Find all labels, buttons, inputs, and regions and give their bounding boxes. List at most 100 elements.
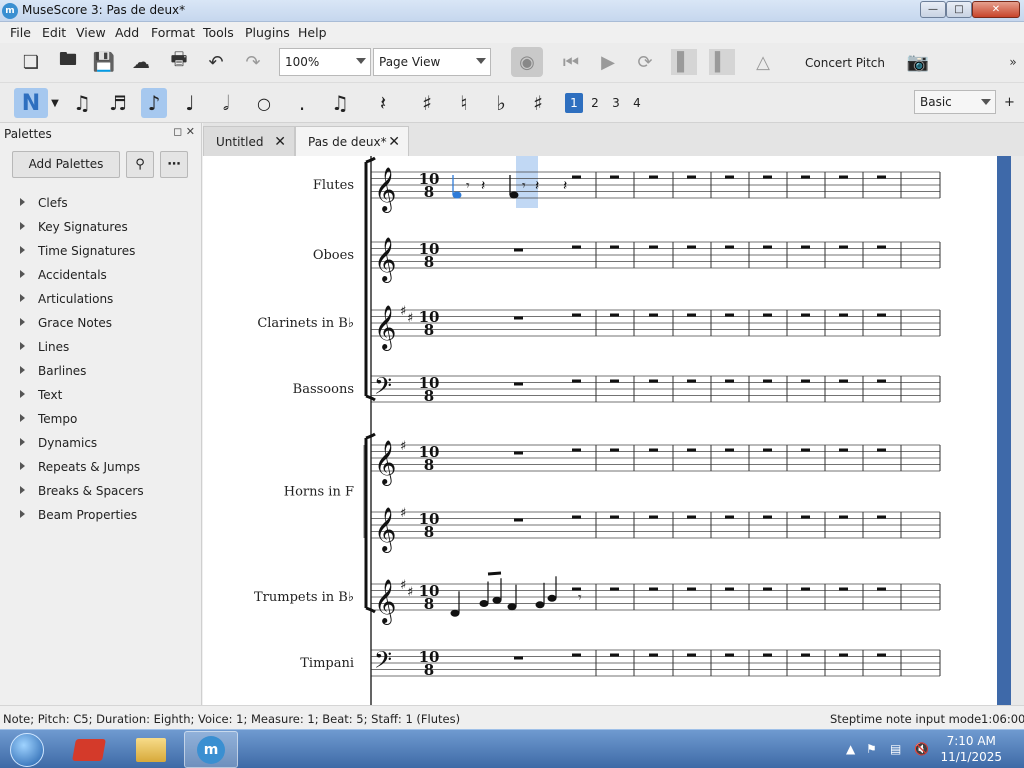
metronome-icon[interactable]: △ <box>750 49 776 75</box>
overflow-icon[interactable]: » <box>1004 49 1022 75</box>
camera-icon[interactable]: 📷 <box>905 49 931 75</box>
treble-clef: 𝄞 <box>374 579 396 625</box>
print-icon[interactable]: 🖶 <box>166 49 192 75</box>
add-palettes-button[interactable]: Add Palettes <box>12 151 120 178</box>
quarter-note-icon[interactable]: ♩ <box>177 88 203 118</box>
palette-item-breaks-spacers[interactable]: Breaks & Spacers <box>20 484 144 498</box>
measure-rest <box>649 379 658 383</box>
menu-view[interactable]: View <box>76 25 106 40</box>
measure-rest <box>687 313 696 317</box>
half-note-icon[interactable]: 𝅗𝅥 <box>213 88 239 118</box>
measure-rest <box>572 448 581 452</box>
measure-rest <box>725 587 734 591</box>
menu-plugins[interactable]: Plugins <box>245 25 290 40</box>
eighth-note-icon[interactable]: ♪ <box>141 88 167 118</box>
voice-3-button[interactable]: 3 <box>607 93 625 113</box>
redo-icon[interactable]: ↷ <box>240 49 266 75</box>
measure-rest <box>801 587 810 591</box>
treble-clef: 𝄞 <box>374 440 396 486</box>
tie-icon[interactable]: ♫ <box>325 88 355 118</box>
palette-item-key-signatures[interactable]: Key Signatures <box>20 220 128 234</box>
open-folder-icon[interactable]: 🖿 <box>55 49 81 75</box>
voice-2-button[interactable]: 2 <box>586 93 604 113</box>
undo-icon[interactable]: ↶ <box>203 49 229 75</box>
new-file-icon[interactable]: ❏ <box>18 49 44 75</box>
rewind-icon[interactable]: ⏮ <box>558 49 584 75</box>
palette-item-accidentals[interactable]: Accidentals <box>20 268 107 282</box>
loop-in-icon[interactable]: ▌ <box>671 49 697 75</box>
palette-item-clefs[interactable]: Clefs <box>20 196 68 210</box>
score-canvas[interactable]: 𝄞 10 8 𝄞 10 8 𝄞 ♯ ♯ 10 8 𝄢 10 8 𝄞 ♯ 10 8 𝄞 ♯ 10 8 𝄞 ♯ ♯ 10 8 𝄢 10 8 𝄾 𝄽… <box>203 156 997 705</box>
menu-add[interactable]: Add <box>115 25 139 40</box>
panel-buttons: ◻ ✕ <box>173 125 195 138</box>
start-button[interactable] <box>2 731 52 768</box>
palette-item-text[interactable]: Text <box>20 388 62 402</box>
show-hidden-icons[interactable]: ▲ <box>846 742 855 756</box>
flat-icon[interactable]: ♭ <box>488 88 514 118</box>
taskbar-app-musescore[interactable]: m <box>184 731 238 768</box>
volume-muted-icon[interactable]: 🔇 <box>914 742 929 756</box>
menu-format[interactable]: Format <box>151 25 195 40</box>
sharp-icon[interactable]: ♯ <box>414 88 440 118</box>
menu-help[interactable]: Help <box>298 25 327 40</box>
concert-pitch-toggle[interactable]: Concert Pitch <box>805 56 885 70</box>
workspace-combo[interactable]: Basic <box>914 90 996 114</box>
tab-pas-de-deux[interactable]: Pas de deux* ✕ <box>295 126 409 156</box>
palette-item-lines[interactable]: Lines <box>20 340 69 354</box>
palette-item-repeats-jumps[interactable]: Repeats & Jumps <box>20 460 140 474</box>
loop-icon[interactable]: ⟳ <box>632 49 658 75</box>
close-icon[interactable]: ✕ <box>388 127 400 157</box>
minimize-button[interactable]: — <box>920 1 946 18</box>
flip-direction-icon[interactable]: ♯ <box>525 88 551 118</box>
cloud-upload-icon[interactable]: ☁ <box>128 49 154 75</box>
note-input-mode-icon[interactable]: N <box>14 88 48 118</box>
maximize-button[interactable]: □ <box>946 1 972 18</box>
sixteenth-note-icon[interactable]: ♬ <box>105 88 131 118</box>
voice-4-button[interactable]: 4 <box>628 93 646 113</box>
whole-note-icon[interactable]: ○ <box>251 88 277 118</box>
voice-1-button[interactable]: 1 <box>565 93 583 113</box>
palette-item-time-signatures[interactable]: Time Signatures <box>20 244 135 258</box>
search-icon[interactable]: ⚲ <box>126 151 154 178</box>
natural-icon[interactable]: ♮ <box>451 88 477 118</box>
vertical-scrollbar[interactable] <box>997 156 1024 705</box>
close-icon[interactable]: ✕ <box>186 125 195 138</box>
augmentation-dot-icon[interactable]: . <box>289 88 315 118</box>
sixty-fourth-note-icon[interactable]: ♫ <box>69 88 95 118</box>
taskbar-app-toolbox[interactable] <box>62 731 116 768</box>
palette-item-grace-notes[interactable]: Grace Notes <box>20 316 112 330</box>
rest-icon[interactable]: 𝄽 <box>370 88 396 118</box>
tab-untitled[interactable]: Untitled ✕ <box>203 126 295 156</box>
measure-rest <box>610 245 619 249</box>
palette-item-beam-properties[interactable]: Beam Properties <box>20 508 137 522</box>
play-icon[interactable]: ▶ <box>595 49 621 75</box>
measure-rest <box>649 515 658 519</box>
view-mode-combo[interactable]: Page View <box>373 48 491 76</box>
scrollbar-thumb[interactable] <box>997 156 1011 705</box>
more-options-icon[interactable]: ⋯ <box>160 151 188 178</box>
loop-out-icon[interactable]: ▍ <box>709 49 735 75</box>
menu-file[interactable]: File <box>10 25 31 40</box>
action-center-icon[interactable]: ⚑ <box>866 742 877 756</box>
palette-item-articulations[interactable]: Articulations <box>20 292 113 306</box>
score-sheet[interactable]: 𝄞 108𝄞 108𝄞 ♯ ♯ 108𝄢 108𝄞 ♯ 108𝄞 ♯ 108𝄞 ♯ ♯ 108𝄢 108𝄾 𝄽… <box>203 156 997 705</box>
taskbar-app-explorer[interactable] <box>124 731 178 768</box>
midi-input-icon[interactable]: ◉ <box>511 47 543 77</box>
menu-tools[interactable]: Tools <box>203 25 234 40</box>
add-workspace-button[interactable]: + <box>1004 95 1015 110</box>
close-icon[interactable]: ✕ <box>274 127 286 157</box>
menu-edit[interactable]: Edit <box>42 25 66 40</box>
chevron-down-icon[interactable]: ▼ <box>49 88 61 118</box>
network-icon[interactable]: ▤ <box>890 742 901 756</box>
time-signature-bottom: 8 <box>424 387 434 405</box>
save-icon[interactable]: 💾 <box>91 49 117 75</box>
palette-item-tempo[interactable]: Tempo <box>20 412 77 426</box>
palette-item-dynamics[interactable]: Dynamics <box>20 436 97 450</box>
close-button[interactable]: ✕ <box>972 1 1020 18</box>
palette-item-barlines[interactable]: Barlines <box>20 364 86 378</box>
zoom-combo[interactable]: 100% <box>279 48 371 76</box>
clock[interactable]: 7:10 AM 11/1/2025 <box>940 733 1002 765</box>
measure-rest <box>877 245 886 249</box>
float-icon[interactable]: ◻ <box>173 125 182 138</box>
note-input-toolbar: N ▼ ♫ ♬ ♪ ♩ 𝅗𝅥 ○ . ♫ 𝄽 ♯ ♮ ♭ ♯ 1 2 3 4 Ba… <box>0 83 1024 123</box>
